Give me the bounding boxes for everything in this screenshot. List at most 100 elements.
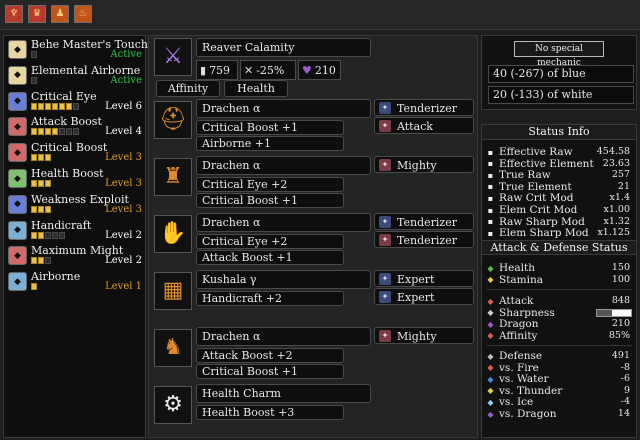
skill-pip [45, 128, 51, 136]
armor-name[interactable]: Drachen α [196, 327, 371, 346]
skill-row[interactable]: ◆ Critical Eye Level 6 [6, 90, 144, 114]
status-label: Stamina [499, 273, 544, 286]
skill-pip [31, 51, 37, 58]
skill-level: Level 6 [105, 100, 142, 112]
skill-level: Level 2 [105, 229, 142, 241]
armor-card: ✋ Drachen α Critical Eye +2 Attack Boost +1… [152, 211, 476, 265]
set-bonus-icon: ◆ [8, 65, 27, 85]
sharpness-bar [596, 308, 632, 317]
skill-pips [31, 180, 51, 188]
crown-icon[interactable]: ♛ [28, 5, 46, 23]
armor-skill: Airborne +1 [196, 136, 344, 151]
weapon-element-value: 210 [314, 63, 336, 77]
skill-pip [45, 205, 51, 213]
health-skill-icon: ◆ [8, 169, 27, 188]
decoration-gem-icon: ✦ [379, 273, 391, 285]
skill-pips [31, 257, 51, 265]
leg-armor-icon: ♞ [154, 329, 192, 367]
status-label: Raw Sharp Mod [499, 215, 585, 228]
armor-name[interactable]: Drachen α [196, 156, 371, 175]
status-value: 210 [611, 318, 630, 330]
chest-armor-icon: ♜ [154, 158, 192, 196]
decoration-name: Mighty [397, 330, 437, 343]
status-value: x1.00 [603, 204, 630, 215]
decoration-gem-icon: ✦ [379, 120, 391, 132]
skill-row[interactable]: ◆ Weakness Exploit Level 3 [6, 193, 144, 217]
tab-affinity[interactable]: Affinity [156, 80, 220, 97]
status-row: ◆ Stamina 100 [486, 274, 632, 286]
status-info-panel: Status Info ▪ Effective Raw 454.58 ▪ Effectiv… [481, 124, 637, 438]
figure-icon[interactable]: ♟ [51, 5, 69, 23]
skill-pip [73, 128, 79, 136]
armor-name[interactable]: Drachen α [196, 213, 371, 232]
status-row: ◆ vs. Dragon 14 [486, 408, 632, 420]
mechanic-button[interactable]: No special mechanic [514, 41, 604, 68]
skill-row[interactable]: ◆ Elemental Airborne Active [6, 64, 144, 88]
decoration-slot[interactable]: ✦ Tenderizer [374, 213, 474, 230]
status-row: ◆ Attack 848 [486, 295, 632, 307]
skill-pip [38, 180, 44, 187]
skill-row[interactable]: ◆ Health Boost Level 3 [6, 167, 144, 191]
decoration-slot[interactable]: ✦ Attack [374, 117, 474, 134]
skill-name: Health Boost [31, 167, 104, 180]
weapon-name[interactable]: Reaver Calamity [196, 38, 371, 57]
skill-row[interactable]: ◆ Maximum Might Level 2 [6, 244, 144, 268]
status-row: ◆ vs. Fire -8 [486, 362, 632, 374]
skill-row[interactable]: ◆ Airborne Level 1 [6, 270, 144, 294]
status-value: 14 [617, 408, 630, 419]
status-label: Effective Raw [499, 146, 573, 158]
skill-pip [31, 257, 37, 265]
water-icon: ◆ [487, 374, 494, 384]
skill-row[interactable]: ◆ Attack Boost Level 4 [6, 115, 144, 139]
skill-pip [52, 102, 58, 110]
skill-level: Active [110, 74, 142, 86]
status-value: 150 [611, 262, 630, 273]
armor-name[interactable]: Health Charm [196, 384, 371, 403]
skill-pip [59, 102, 65, 110]
skill-row[interactable]: ◆ Critical Boost Level 3 [6, 141, 144, 165]
status-row: ◆ Affinity 85% [486, 330, 632, 342]
armor-skill: Attack Boost +2 [196, 348, 344, 363]
status-label: vs. Dragon [499, 408, 557, 420]
status-value: x1.4 [609, 192, 630, 204]
skill-pip [38, 154, 44, 162]
decoration-slot[interactable]: ✦ Mighty [374, 156, 474, 173]
decoration-name: Mighty [397, 159, 437, 172]
decoration-slot[interactable]: ✦ Tenderizer [374, 231, 474, 248]
status-value: 21 [617, 180, 630, 192]
info-panel: No special mechanic 40 (-267) of blue 20… [481, 35, 637, 438]
skill-row[interactable]: ◆ Behe Master's Touch Active [6, 38, 148, 62]
skill-name: Handicraft [31, 218, 92, 232]
skill-pip [31, 231, 37, 239]
status-row: ▪ Elem Crit Mod x1.00 [486, 204, 632, 216]
decoration-slot[interactable]: ✦ Expert [374, 288, 474, 305]
status-label: Elem Crit Mod [499, 204, 578, 216]
skill-pip [52, 231, 58, 239]
armor-skill: Critical Eye +2 [196, 234, 344, 249]
skill-pips [31, 76, 37, 85]
status-label: True Raw [499, 169, 551, 182]
skill-level: Active [110, 49, 142, 60]
skill-pip [45, 154, 51, 162]
weapon-element: ♥ 210 [298, 60, 341, 80]
decoration-slot[interactable]: ✦ Tenderizer [374, 99, 474, 116]
dragon-element-icon: ♥ [302, 63, 312, 77]
raw-icon: ▪ [487, 170, 494, 180]
armor-name[interactable]: Drachen α [196, 99, 371, 118]
decoration-slot[interactable]: ✦ Mighty [374, 327, 474, 344]
skill-name: Critical Eye [31, 89, 97, 103]
decoration-name: Expert [397, 273, 435, 286]
skill-level: Level 2 [105, 255, 142, 267]
decoration-slot[interactable]: ✦ Expert [374, 270, 474, 287]
skill-pip [45, 180, 51, 187]
bowl-icon[interactable]: ♨ [74, 5, 92, 23]
might-skill-icon: ◆ [8, 246, 27, 266]
armor-name[interactable]: Kushala γ [196, 270, 371, 289]
tab-health[interactable]: Health [224, 80, 288, 97]
sharpness-fill [597, 309, 613, 316]
handicraft-skill-icon: ◆ [8, 220, 27, 240]
armor-card: ♞ Drachen α Attack Boost +2 Critical Boost … [152, 325, 476, 379]
decoration-name: Expert [397, 291, 435, 304]
skill-row[interactable]: ◆ Handicraft Level 2 [6, 219, 144, 243]
talisman-icon[interactable]: ♆ [5, 5, 23, 23]
